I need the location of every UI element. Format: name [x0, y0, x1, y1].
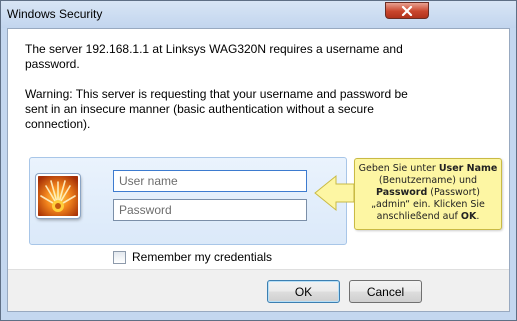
warning-message: Warning: This server is requesting that …: [25, 87, 455, 132]
user-avatar-icon: [36, 174, 80, 218]
server-message: The server 192.168.1.1 at Linksys WAG320…: [25, 42, 425, 72]
remember-credentials-label: Remember my credentials: [132, 250, 273, 264]
warning-message-line: Warning: This server is requesting that …: [25, 87, 408, 101]
warning-message-line: connection).: [25, 117, 91, 131]
callout-password-label: Password: [376, 187, 428, 198]
remember-credentials-option[interactable]: Remember my credentials: [113, 250, 272, 264]
server-message-line: The server 192.168.1.1 at Linksys WAG320…: [25, 42, 403, 56]
dialog-footer: OK Cancel: [8, 269, 509, 311]
callout-arrow-icon: [314, 174, 354, 212]
credential-panel: Remember my credentials: [29, 157, 347, 264]
cancel-button[interactable]: Cancel: [349, 280, 422, 303]
server-message-line: password.: [25, 57, 80, 71]
ok-button[interactable]: OK: [267, 280, 340, 303]
warning-message-line: sent in an insecure manner (basic authen…: [25, 102, 374, 116]
close-button[interactable]: [385, 2, 429, 19]
callout-ok-label: OK: [460, 211, 477, 222]
callout-text: .: [476, 211, 480, 222]
window-title: Windows Security: [7, 7, 103, 21]
callout-text: (Benutzername) und: [378, 175, 478, 186]
remember-credentials-checkbox[interactable]: [113, 250, 126, 264]
title-bar[interactable]: Windows Security: [1, 1, 516, 28]
password-input[interactable]: [113, 199, 307, 221]
windows-security-dialog: Windows Security The server 192.168.1.1 …: [0, 0, 517, 321]
username-input[interactable]: [113, 170, 307, 192]
callout-user-name-label: User Name: [438, 163, 498, 174]
close-icon: [401, 5, 413, 16]
callout-text: Geben Sie unter: [358, 163, 439, 174]
instruction-callout: Geben Sie unter User Name (Benutzername)…: [354, 158, 502, 230]
